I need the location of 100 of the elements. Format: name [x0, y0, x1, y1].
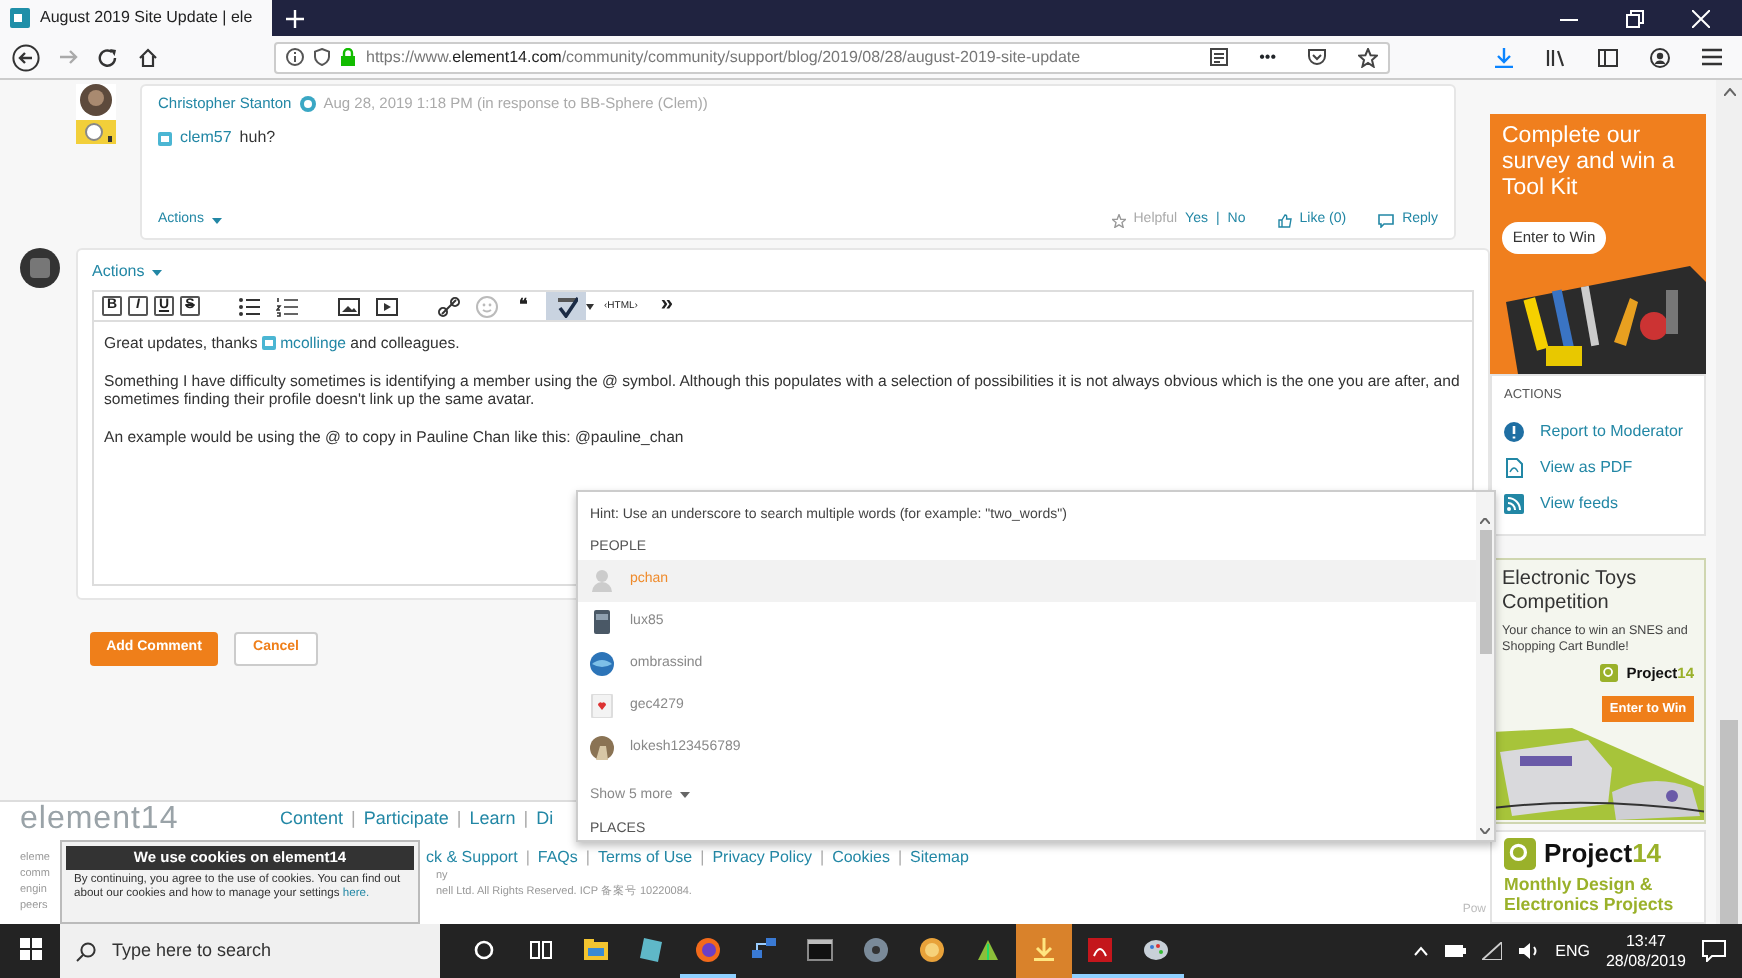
- disc-icon: [862, 935, 890, 963]
- speech-icon: [1378, 214, 1395, 229]
- globe-icon: [694, 935, 722, 963]
- link-icon: [438, 295, 460, 317]
- toolbar-button[interactable]: [546, 292, 586, 320]
- pocket-icon[interactable]: [1308, 48, 1326, 66]
- toolbar-button[interactable]: ❝: [512, 294, 534, 318]
- magnifier-icon: [1504, 837, 1536, 870]
- reader-icon[interactable]: [1209, 48, 1228, 66]
- shield-icon: [314, 48, 330, 66]
- footer-link[interactable]: Cookies: [832, 848, 890, 869]
- battery-icon[interactable]: [1443, 944, 1466, 958]
- comment-text: huh?: [239, 128, 276, 149]
- scroll-up-icon[interactable]: [1723, 88, 1735, 96]
- action-link[interactable]: View as PDF: [1504, 449, 1692, 486]
- back-icon[interactable]: [12, 43, 40, 71]
- separator: |: [819, 848, 825, 869]
- smiley-icon: [476, 295, 498, 317]
- mention-link[interactable]: clem57: [180, 128, 232, 149]
- footer-link[interactable]: Content: [280, 808, 344, 831]
- notification-icon[interactable]: [1702, 940, 1726, 962]
- action-link[interactable]: Report to Moderator: [1504, 413, 1692, 450]
- toolbar-button[interactable]: [436, 294, 462, 318]
- footer-link[interactable]: Participate: [363, 808, 449, 831]
- footer-link[interactable]: Terms of Use: [597, 848, 693, 869]
- url-field[interactable]: https://www.element14.com/community/community/support/blog/2019/08/28/august-2019-site-update •••: [274, 41, 1390, 73]
- search-field[interactable]: Type here to search: [60, 924, 440, 978]
- ad-title: Electronic Toys Competition: [1502, 567, 1639, 616]
- badge-icon: [299, 95, 316, 112]
- footer-link[interactable]: Learn: [469, 808, 516, 831]
- scroll-thumb[interactable]: [1479, 530, 1491, 654]
- favicon-icon: [10, 8, 30, 28]
- alert-icon: [1504, 421, 1524, 442]
- download-icon: [1030, 935, 1058, 963]
- toolbar-button[interactable]: »: [655, 294, 678, 318]
- scrollbar[interactable]: [1476, 492, 1494, 840]
- lock-icon: [340, 48, 356, 66]
- toolbar-button[interactable]: [374, 294, 400, 318]
- chevron-up-icon[interactable]: [1413, 946, 1428, 956]
- caret-icon: [586, 303, 594, 309]
- separator: |: [700, 848, 705, 869]
- separator: |: [525, 848, 530, 869]
- ad-title: Complete our survey and win a Tool Kit: [1502, 124, 1677, 204]
- project14-logo[interactable]: Project14: [1504, 837, 1692, 871]
- windows-icon: [19, 938, 41, 960]
- clock[interactable]: 13:47 28/08/2019: [1605, 931, 1686, 971]
- palette-icon: [1142, 935, 1170, 963]
- new-tab-icon[interactable]: [286, 9, 304, 27]
- footer-link[interactable]: ck & Support: [426, 848, 518, 869]
- thumbs-up-icon: [1277, 214, 1292, 229]
- footer-link[interactable]: FAQs: [537, 848, 578, 869]
- spellcheck-icon: [555, 295, 577, 317]
- mention-icon: [158, 131, 172, 146]
- network-icon: [750, 935, 778, 963]
- menu-icon[interactable]: [1702, 48, 1722, 66]
- document-icon: [1086, 935, 1114, 963]
- star-icon[interactable]: [1358, 47, 1378, 67]
- circle-icon: [474, 939, 494, 959]
- toolbar-button[interactable]: [274, 294, 300, 318]
- restore-icon[interactable]: [1626, 9, 1644, 27]
- scroll-down-icon: [1480, 828, 1490, 834]
- caret-icon: [211, 218, 222, 225]
- more-button[interactable]: •••: [1259, 47, 1276, 67]
- browser-tab[interactable]: August 2019 Site Update | ele: [0, 0, 272, 36]
- footer-link[interactable]: Privacy Policy: [712, 848, 812, 869]
- search-icon: [76, 941, 96, 961]
- footer-link[interactable]: Sitemap: [910, 848, 969, 869]
- feed-icon: [1504, 493, 1524, 514]
- reload-icon[interactable]: [98, 47, 118, 67]
- task-view-icon: [529, 939, 551, 959]
- document-icon: [1504, 457, 1524, 478]
- speaker-icon[interactable]: [1517, 942, 1540, 960]
- language-indicator[interactable]: ENG: [1555, 941, 1590, 961]
- play-icon: [376, 295, 398, 317]
- sidebar-icon[interactable]: [1598, 47, 1618, 67]
- library-icon[interactable]: [1546, 47, 1566, 67]
- actions-menu[interactable]: Actions: [92, 262, 1474, 282]
- separator: |: [585, 848, 590, 869]
- element14-logo[interactable]: element14: [20, 804, 179, 836]
- star-icon: [1111, 214, 1126, 229]
- toolbar-button[interactable]: [236, 294, 262, 318]
- caret-icon: [152, 269, 163, 275]
- close-icon[interactable]: [1692, 9, 1710, 27]
- action-link[interactable]: View feeds: [1504, 485, 1692, 522]
- scroll-thumb[interactable]: [1720, 720, 1738, 924]
- scroll-up-icon: [1480, 518, 1490, 524]
- badge-icon: [918, 935, 946, 963]
- account-icon[interactable]: [1650, 47, 1670, 67]
- avatar-icon: [590, 568, 614, 592]
- numbered-list-icon: [276, 295, 298, 317]
- wifi-icon[interactable]: [1481, 942, 1502, 960]
- project-card[interactable]: Project14 Monthly Design & Electronics Projects: [1490, 829, 1706, 924]
- footer-link[interactable]: Di: [536, 808, 554, 831]
- separator: |: [351, 808, 356, 831]
- list-icon: [238, 295, 260, 317]
- home-icon[interactable]: [138, 47, 158, 67]
- image-icon: [338, 295, 360, 317]
- download-icon[interactable]: [1494, 47, 1514, 67]
- toolbar-button[interactable]: [336, 294, 362, 318]
- terminal-icon: [806, 935, 834, 963]
